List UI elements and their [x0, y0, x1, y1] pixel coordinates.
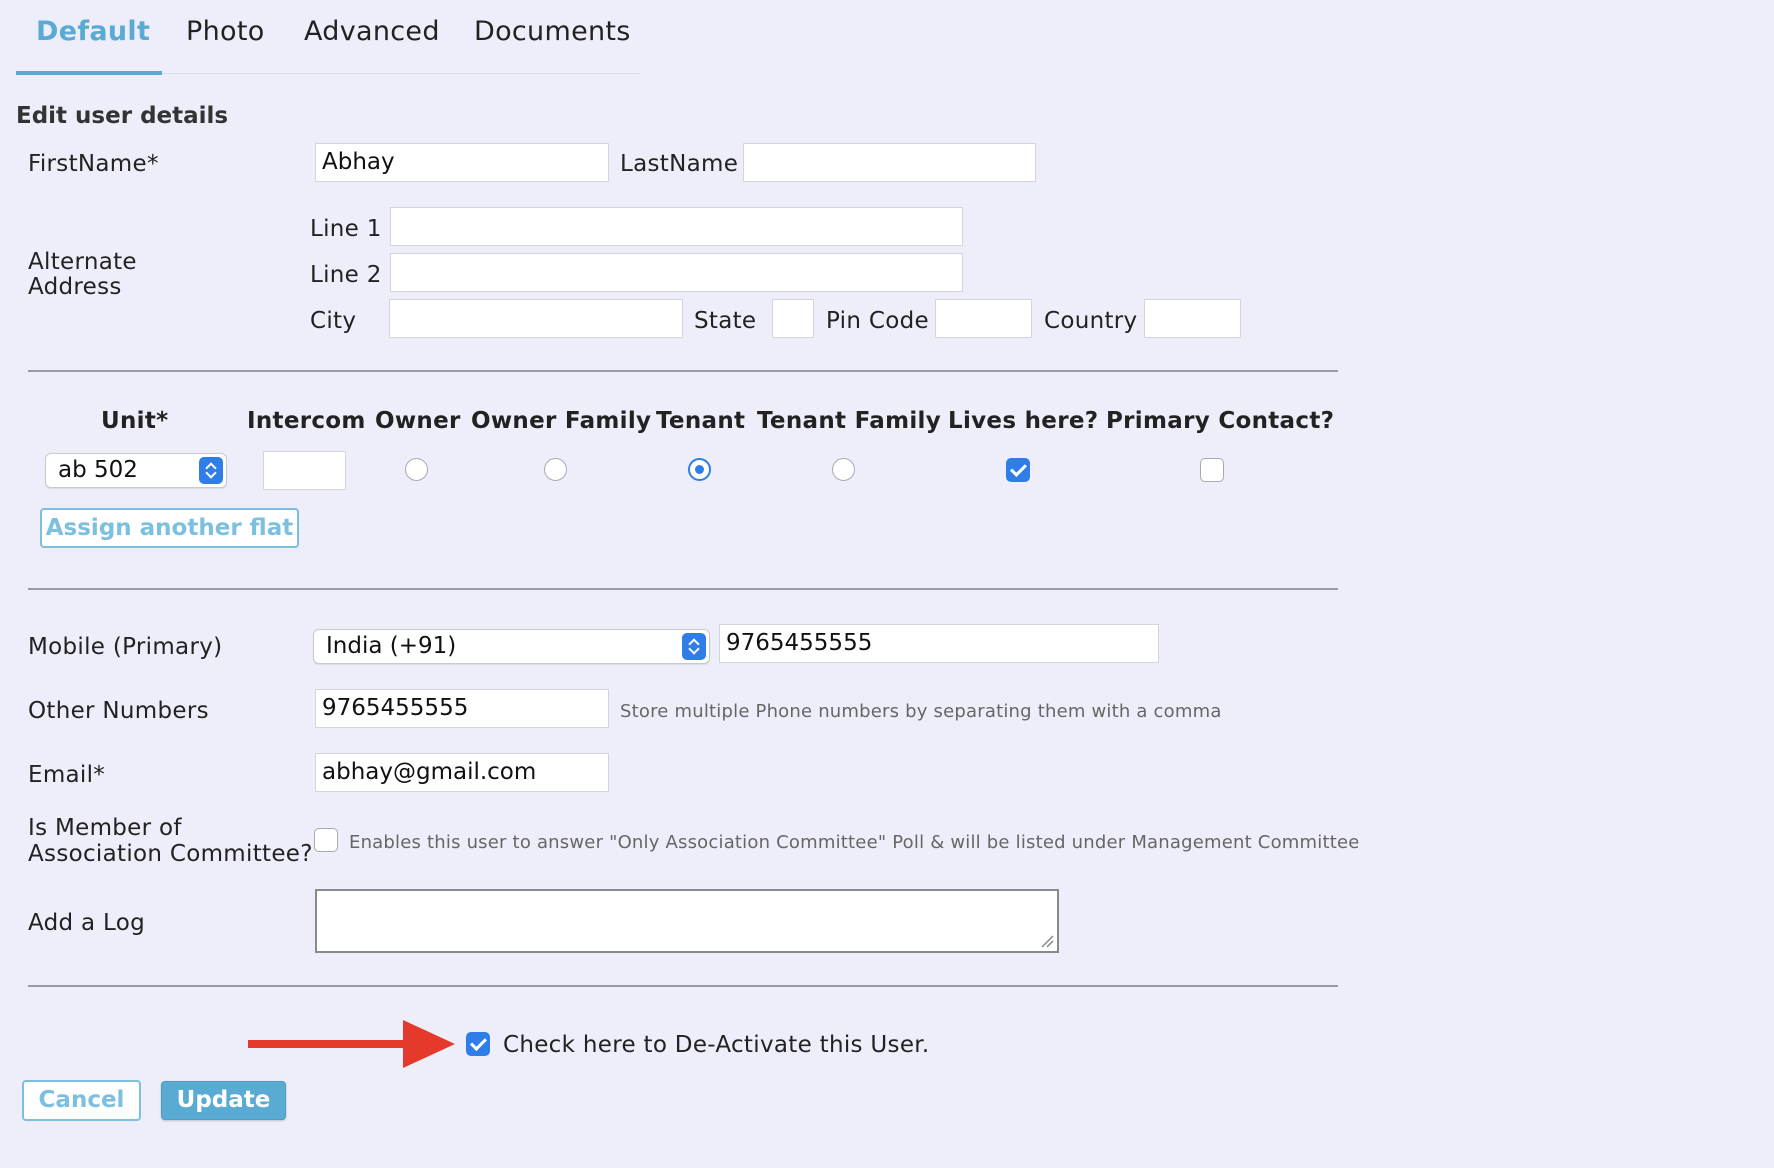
pin-code-label: Pin Code: [826, 308, 929, 334]
header-intercom: Intercom: [247, 408, 366, 434]
owner-radio[interactable]: [405, 458, 428, 481]
divider-2: [28, 588, 1338, 590]
header-owner: Owner: [375, 408, 461, 434]
tenant-radio[interactable]: [688, 458, 711, 481]
assign-another-flat-button[interactable]: Assign another flat: [40, 508, 299, 548]
unit-select[interactable]: ab 502: [45, 453, 227, 488]
mobile-label: Mobile (Primary): [28, 634, 223, 660]
active-tab-indicator: [16, 71, 162, 75]
section-title: Edit user details: [16, 103, 229, 129]
address-line1-input[interactable]: [390, 207, 963, 246]
state-label: State: [694, 308, 757, 334]
email-input[interactable]: abhay@gmail.com: [315, 753, 609, 792]
city-input[interactable]: [389, 299, 683, 338]
line2-label: Line 2: [310, 262, 382, 288]
primary-contact-checkbox[interactable]: [1200, 458, 1224, 482]
country-code-select[interactable]: India (+91): [313, 629, 710, 664]
committee-checkbox[interactable]: [314, 828, 338, 852]
committee-label-1: Is Member of: [28, 815, 182, 841]
city-label: City: [310, 308, 357, 334]
header-unit: Unit*: [101, 408, 169, 434]
other-numbers-input[interactable]: 9765455555: [315, 689, 609, 728]
country-label: Country: [1044, 308, 1138, 334]
header-tenant-family: Tenant Family: [757, 408, 942, 434]
select-stepper-icon: [682, 633, 706, 660]
last-name-label: LastName: [620, 151, 739, 177]
header-tenant: Tenant: [656, 408, 746, 434]
select-stepper-icon: [199, 457, 223, 484]
email-label: Email*: [28, 762, 106, 788]
country-code-value: India (+91): [326, 633, 457, 659]
first-name-label: FirstName*: [28, 151, 159, 177]
country-input[interactable]: [1144, 299, 1241, 338]
update-button[interactable]: Update: [161, 1081, 286, 1120]
tab-default[interactable]: Default: [36, 16, 150, 47]
intercom-input[interactable]: [263, 451, 346, 490]
alternate-address-label-1: Alternate: [28, 249, 137, 275]
line1-label: Line 1: [310, 216, 382, 242]
cancel-button[interactable]: Cancel: [22, 1080, 141, 1121]
tab-documents[interactable]: Documents: [474, 16, 631, 47]
tab-photo[interactable]: Photo: [186, 16, 265, 47]
owner-family-radio[interactable]: [544, 458, 567, 481]
first-name-input[interactable]: Abhay: [315, 143, 609, 182]
deactivate-checkbox[interactable]: [466, 1032, 490, 1056]
add-log-label: Add a Log: [28, 910, 146, 936]
header-owner-family: Owner Family: [471, 408, 652, 434]
pin-code-input[interactable]: [935, 299, 1032, 338]
last-name-input[interactable]: [743, 143, 1036, 182]
divider-3: [28, 985, 1338, 987]
alternate-address-label-2: Address: [28, 274, 122, 300]
other-numbers-hint: Store multiple Phone numbers by separati…: [620, 701, 1222, 722]
divider-1: [28, 370, 1338, 372]
add-log-textarea[interactable]: [315, 889, 1059, 953]
address-line2-input[interactable]: [390, 253, 963, 292]
mobile-number-input[interactable]: 9765455555: [719, 624, 1159, 663]
header-lives-here: Lives here?: [948, 408, 1099, 434]
resize-handle-icon[interactable]: [1040, 934, 1054, 948]
committee-label-2: Association Committee?: [28, 841, 313, 867]
lives-here-checkbox[interactable]: [1006, 458, 1030, 482]
unit-select-value: ab 502: [58, 457, 138, 483]
deactivate-label: Check here to De-Activate this User.: [503, 1032, 930, 1058]
other-numbers-label: Other Numbers: [28, 698, 209, 724]
tenant-family-radio[interactable]: [832, 458, 855, 481]
state-input[interactable]: [772, 299, 814, 338]
tab-advanced[interactable]: Advanced: [304, 16, 440, 47]
red-arrow-icon: [248, 1020, 455, 1068]
committee-hint: Enables this user to answer "Only Associ…: [349, 832, 1360, 853]
header-primary-contact: Primary Contact?: [1106, 408, 1335, 434]
